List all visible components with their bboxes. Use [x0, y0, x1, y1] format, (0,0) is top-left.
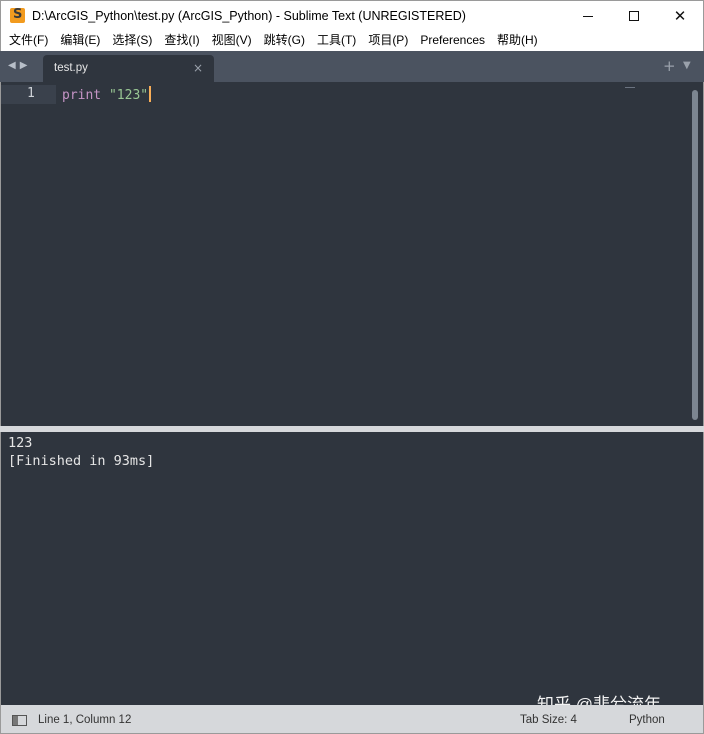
line-number: 1 [27, 86, 35, 101]
maximize-icon [629, 11, 639, 21]
status-bar: Line 1, Column 12 Tab Size: 4 Python [0, 705, 704, 734]
chevron-left-icon[interactable]: ◀ [8, 60, 16, 71]
tab-navigation: ◀ ▶ [8, 60, 27, 71]
menu-tools[interactable]: 工具(T) [311, 30, 362, 51]
maximize-button[interactable] [611, 1, 657, 31]
menu-view[interactable]: 视图(V) [206, 30, 258, 51]
panel-toggle-icon[interactable] [12, 715, 27, 726]
minimize-icon [583, 15, 593, 17]
code-string: "123" [108, 88, 149, 103]
sublime-text-icon [10, 7, 25, 23]
code-keyword: print [62, 88, 102, 103]
close-button[interactable]: ✕ [657, 1, 703, 31]
close-tab-icon[interactable]: × [193, 61, 203, 75]
menu-edit[interactable]: 编辑(E) [54, 30, 106, 51]
menu-bar: 文件(F) 编辑(E) 选择(S) 查找(I) 视图(V) 跳转(G) 工具(T… [0, 30, 704, 51]
build-output-panel: 123 [Finished in 93ms] 知乎 @悲兮流年 [0, 432, 704, 714]
close-icon: ✕ [673, 6, 687, 25]
chevron-right-icon[interactable]: ▶ [20, 60, 28, 71]
menu-file[interactable]: 文件(F) [3, 30, 54, 51]
title-bar: D:\ArcGIS_Python\test.py (ArcGIS_Python)… [0, 0, 704, 30]
output-line: [Finished in 93ms] [8, 453, 155, 469]
tab-label: test.py [54, 62, 88, 74]
new-tab-icon[interactable]: + [663, 57, 676, 75]
editor-scrollbar[interactable] [692, 90, 698, 420]
tab-size-selector[interactable]: Tab Size: 4 [520, 714, 577, 726]
menu-preferences[interactable]: Preferences [414, 30, 491, 51]
menu-goto[interactable]: 跳转(G) [258, 30, 311, 51]
code-editor[interactable]: 1 print "123" [0, 82, 704, 426]
menu-project[interactable]: 项目(P) [362, 30, 414, 51]
code-line[interactable]: print "123" [62, 86, 152, 103]
minimap[interactable] [625, 87, 635, 88]
syntax-selector[interactable]: Python [629, 714, 665, 726]
tab-test-py[interactable]: test.py × [43, 55, 214, 82]
window-title: D:\ArcGIS_Python\test.py (ArcGIS_Python)… [32, 9, 466, 23]
minimize-button[interactable] [565, 1, 611, 31]
tab-bar: ◀ ▶ test.py × + ▼ [0, 51, 704, 82]
output-line: 123 [8, 435, 33, 451]
menu-help[interactable]: 帮助(H) [491, 30, 544, 51]
menu-find[interactable]: 查找(I) [158, 30, 205, 51]
cursor-position: Line 1, Column 12 [38, 714, 132, 726]
menu-selection[interactable]: 选择(S) [106, 30, 158, 51]
tab-dropdown-icon[interactable]: ▼ [683, 60, 691, 71]
text-caret [149, 86, 152, 102]
